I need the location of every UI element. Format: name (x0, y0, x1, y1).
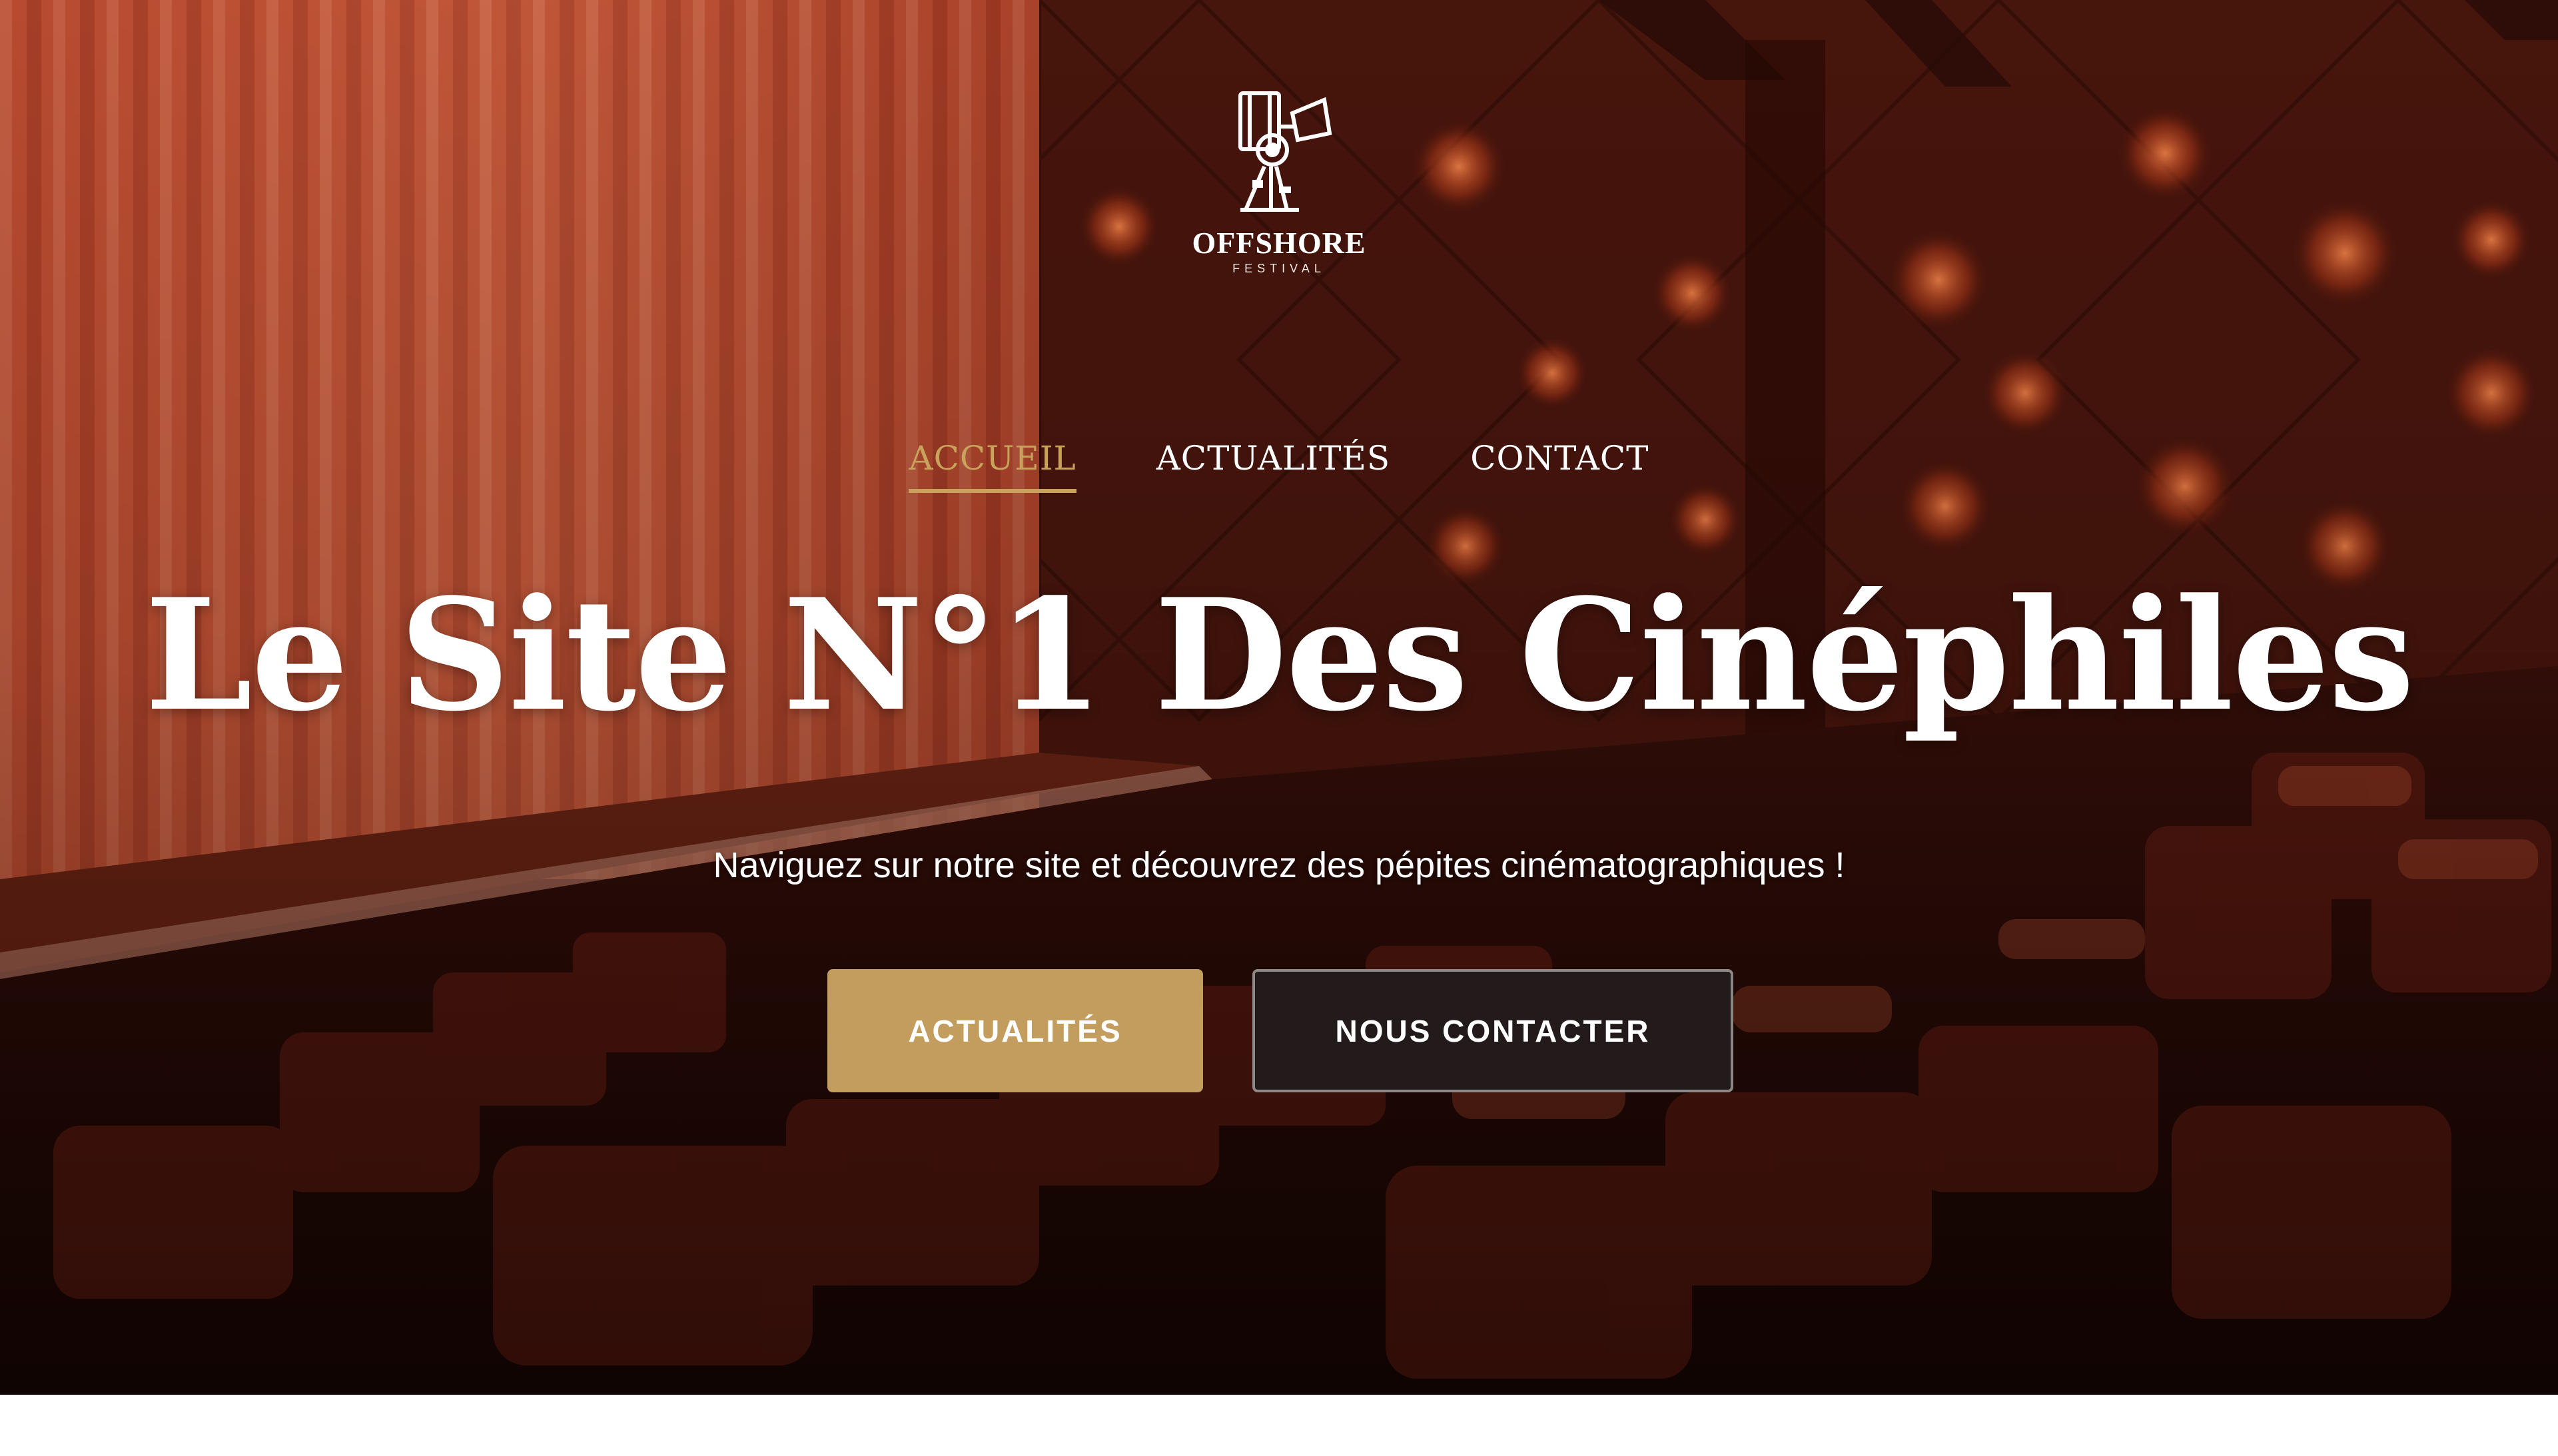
film-projector-logo-icon (1238, 91, 1332, 212)
nav-item-actualites[interactable]: ACTUALITÉS (1156, 438, 1390, 489)
festival-logo[interactable]: OFFSHORE FESTIVAL (1179, 87, 1379, 286)
hero-title: Le Site N°1 Des Cinéphiles (145, 565, 2415, 745)
hero-subtitle: Naviguez sur notre site et découvrez des… (713, 845, 1845, 885)
actualites-button[interactable]: ACTUALITÉS (827, 969, 1203, 1092)
hero-section: OFFSHORE FESTIVAL ACCUEIL ACTUALITÉS CON… (0, 0, 2558, 1395)
page-below-fold (0, 1395, 2558, 1456)
main-navigation: ACCUEIL ACTUALITÉS CONTACT (0, 438, 2558, 498)
contact-button[interactable]: NOUS CONTACTER (1252, 969, 1733, 1092)
nav-item-contact[interactable]: CONTACT (1470, 438, 1649, 489)
logo-subtitle: FESTIVAL (1232, 262, 1326, 275)
logo-name: OFFSHORE (1192, 226, 1366, 260)
nav-item-accueil[interactable]: ACCUEIL (909, 438, 1076, 493)
